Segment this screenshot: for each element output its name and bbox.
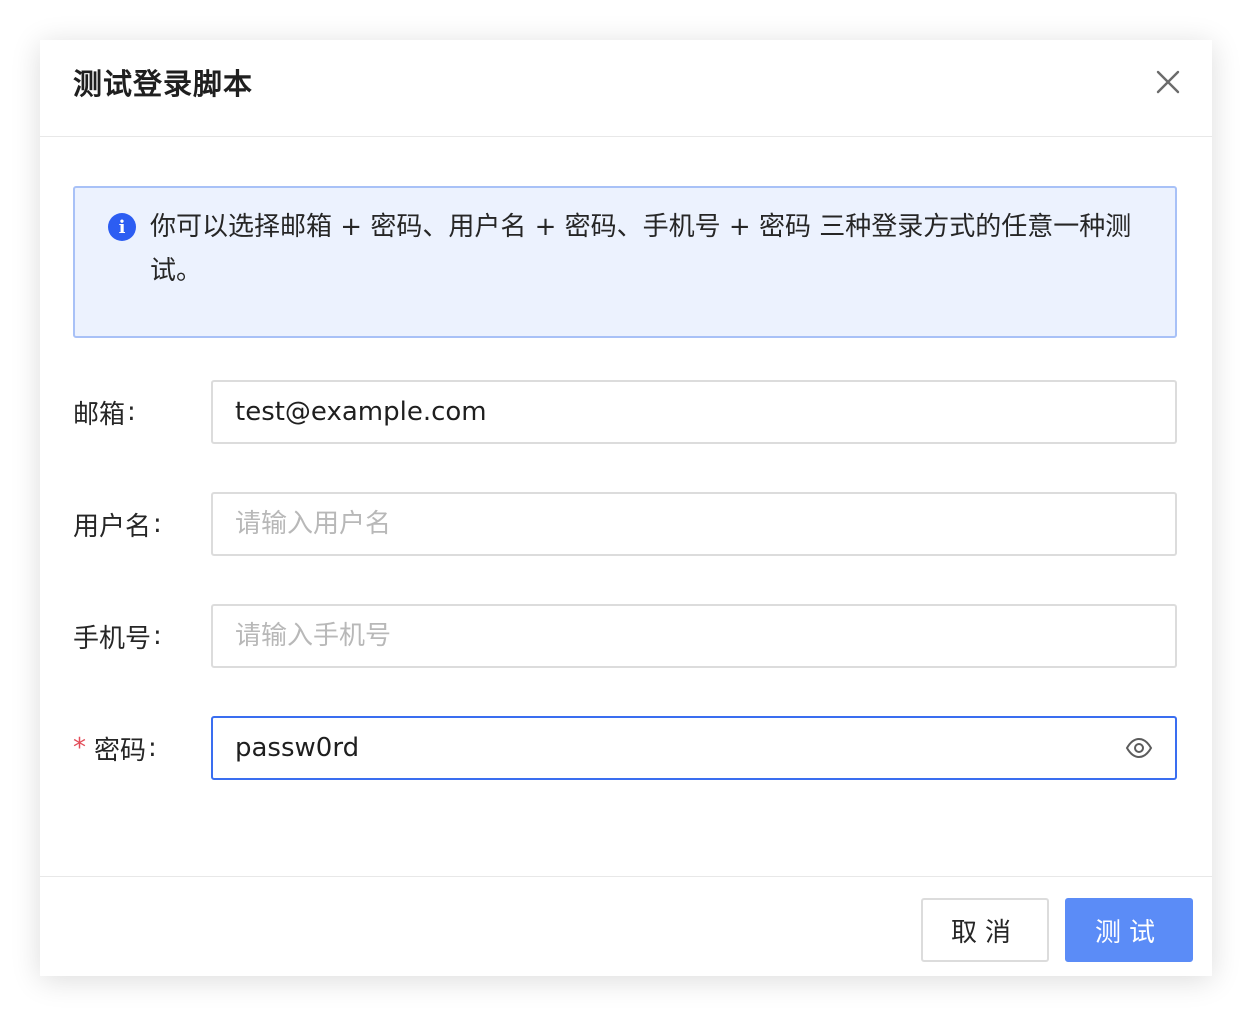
eye-icon[interactable] [1125,736,1153,760]
password-row: * 密码: [73,716,1177,780]
login-test-dialog: 测试登录脚本 i 你可以选择邮箱 + 密码、用户名 + 密码、手机号 + 密码 … [40,40,1212,976]
username-label-text: 用户名 [73,511,152,542]
username-field-box [211,492,1177,556]
email-row: 邮箱: [73,380,1177,444]
phone-row: 手机号: [73,604,1177,668]
phone-label: 手机号: [73,604,162,668]
label-colon: : [148,733,157,763]
phone-field[interactable] [235,606,1115,666]
dialog-title: 测试登录脚本 [73,67,254,101]
info-icon: i [108,213,136,241]
password-field-box [211,716,1177,780]
test-button[interactable]: 测试 [1065,898,1193,962]
label-colon: : [153,621,162,651]
close-icon[interactable] [1154,68,1182,96]
info-alert: i 你可以选择邮箱 + 密码、用户名 + 密码、手机号 + 密码 三种登录方式的… [73,186,1177,338]
username-label: 用户名: [73,492,162,556]
username-field[interactable] [235,494,1115,554]
email-label-text: 邮箱 [73,399,126,430]
dialog-header: 测试登录脚本 [40,40,1212,137]
dialog-footer: 取消 测试 [40,876,1212,976]
label-colon: : [127,397,136,427]
label-colon: : [153,509,162,539]
cancel-button[interactable]: 取消 [921,898,1049,962]
phone-field-box [211,604,1177,668]
email-label: 邮箱: [73,380,136,444]
password-label: * 密码: [73,716,157,780]
password-field[interactable] [235,718,1115,778]
alert-message: 你可以选择邮箱 + 密码、用户名 + 密码、手机号 + 密码 三种登录方式的任意… [150,212,1132,286]
phone-label-text: 手机号 [73,623,152,654]
required-mark: * [73,733,86,763]
username-row: 用户名: [73,492,1177,556]
email-field[interactable] [235,382,1115,442]
password-label-text: 密码 [94,735,147,766]
email-field-box [211,380,1177,444]
